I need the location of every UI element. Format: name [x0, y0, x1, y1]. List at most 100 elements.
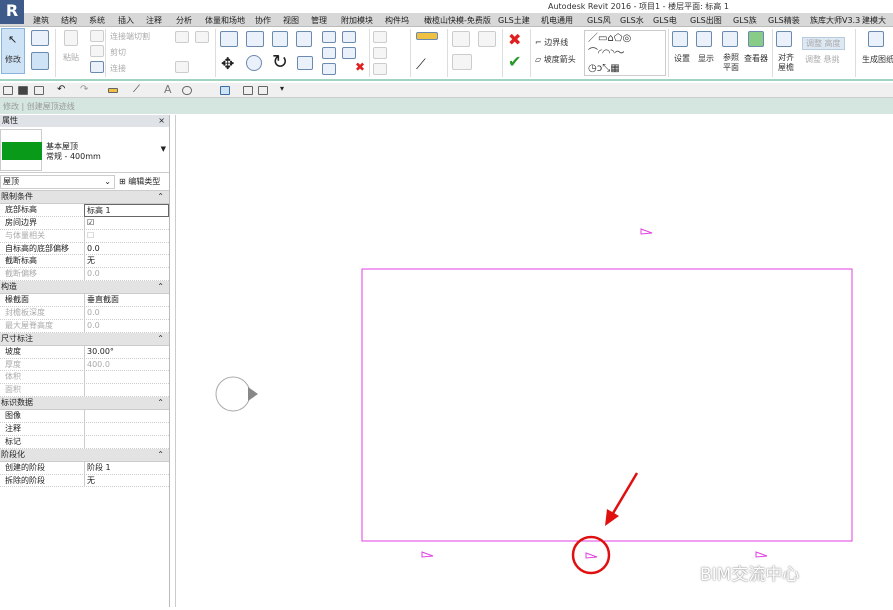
generate-drawing-icon[interactable]	[868, 31, 884, 47]
sketch-view[interactable]	[176, 115, 893, 607]
undo-icon[interactable]: ↶	[57, 84, 65, 95]
tab-11[interactable]: 构件坞	[385, 15, 409, 26]
geometry-icon[interactable]	[175, 31, 189, 43]
slope-tag-bottom-center[interactable]	[585, 552, 598, 559]
thin-lines-icon[interactable]	[220, 86, 230, 95]
text-icon[interactable]: A	[164, 83, 172, 96]
cut-clipboard-icon[interactable]	[90, 30, 104, 42]
offset-icon[interactable]	[246, 31, 264, 47]
save-icon[interactable]	[18, 86, 28, 95]
set-workplane-icon[interactable]	[672, 31, 688, 47]
viewer-icon[interactable]	[748, 31, 764, 47]
redo-icon[interactable]: ↷	[80, 84, 88, 95]
tab-13[interactable]: GLS土建	[498, 15, 530, 26]
trim-multiple-icon[interactable]	[322, 63, 336, 75]
property-value[interactable]: 无	[84, 474, 169, 488]
tab-5[interactable]: 分析	[176, 15, 192, 26]
cancel-edit-icon[interactable]: ✖	[508, 30, 521, 49]
category-filter-select[interactable]: 屋顶 ⌄	[0, 175, 115, 189]
create-parts-icon[interactable]	[452, 31, 470, 47]
split-icon[interactable]	[322, 31, 336, 43]
adjust-height-button[interactable]: 调整 高度	[802, 37, 845, 50]
tab-18[interactable]: GLS出图	[690, 15, 722, 26]
edit-type-button[interactable]: ⊞ 编辑类型	[119, 176, 160, 187]
tab-14[interactable]: 机电通用	[541, 15, 573, 26]
create-group-icon[interactable]	[373, 63, 387, 75]
ref-plane-icon[interactable]	[722, 31, 738, 47]
sync-icon[interactable]	[34, 86, 44, 95]
cut-geometry-button[interactable]: 剪切	[110, 47, 126, 58]
pin-icon[interactable]	[373, 31, 387, 43]
tab-15[interactable]: GLS风	[587, 15, 611, 26]
customize-qat-icon[interactable]: ▾	[280, 84, 284, 93]
tab-10[interactable]: 附加模块	[341, 15, 373, 26]
tab-4[interactable]: 注释	[146, 15, 162, 26]
boundary-line-button[interactable]: ⌐ 边界线	[535, 37, 568, 48]
tab-20[interactable]: GLS精装	[768, 15, 800, 26]
property-group-header[interactable]: 限制条件 ⌃	[0, 191, 169, 204]
tab-3[interactable]: 插入	[118, 15, 134, 26]
match-type-icon[interactable]	[90, 61, 104, 73]
mirror-draw-icon[interactable]	[296, 31, 312, 47]
adjust-overhang-button[interactable]: 调整 悬挑	[802, 54, 843, 65]
tab-1[interactable]: 结构	[61, 15, 77, 26]
trim-extend-icon[interactable]	[297, 56, 313, 70]
property-value[interactable]	[84, 410, 169, 424]
property-value[interactable]: 30.00°	[84, 345, 169, 359]
tab-9[interactable]: 管理	[311, 15, 327, 26]
delete-icon[interactable]: ✖	[355, 60, 365, 74]
paint-icon[interactable]	[373, 47, 387, 59]
copy-elements-icon[interactable]	[246, 55, 262, 71]
draw-gallery[interactable]: ／▭⌂⬠◎ ⌒◜◠◝〜 ◷ↄ⤡▦	[584, 30, 666, 76]
property-group-header[interactable]: 尺寸标注 ⌃	[0, 332, 169, 346]
tab-2[interactable]: 系统	[89, 15, 105, 26]
generate-drawing-label[interactable]: 生成图纸	[862, 54, 893, 65]
tab-8[interactable]: 视图	[283, 15, 299, 26]
collapse-icon[interactable]: ⌃	[157, 397, 164, 410]
collapse-icon[interactable]: ⌃	[157, 449, 164, 462]
property-group-header[interactable]: 阶段化 ⌃	[0, 448, 169, 462]
drawing-canvas[interactable]	[175, 115, 893, 607]
tab-19[interactable]: GLS族	[733, 15, 757, 26]
create-similar-icon[interactable]	[452, 54, 472, 70]
switch-windows-icon[interactable]	[258, 86, 268, 95]
property-value[interactable]: 标高 1	[84, 203, 169, 217]
property-group-header[interactable]: 构造 ⌃	[0, 281, 169, 295]
tab-7[interactable]: 协作	[255, 15, 271, 26]
property-value[interactable]: ☑	[84, 216, 169, 230]
3d-view-icon[interactable]	[182, 86, 192, 95]
application-menu-button[interactable]: R	[0, 0, 24, 24]
array-icon[interactable]	[322, 47, 336, 59]
property-value[interactable]: 0.0	[84, 242, 169, 256]
slope-tag-bottom-left[interactable]	[421, 551, 434, 558]
open-icon[interactable]	[3, 86, 13, 95]
dimension-icon[interactable]: ⟋	[416, 57, 426, 73]
close-windows-icon[interactable]	[243, 86, 253, 95]
finish-edit-icon[interactable]: ✔	[508, 52, 521, 71]
slope-arrow-button[interactable]: ▱ 坡度箭头	[535, 54, 576, 65]
property-group-header[interactable]: 标识数据 ⌃	[0, 397, 169, 411]
paste-icon[interactable]	[64, 30, 78, 46]
tab-0[interactable]: 建筑	[33, 15, 49, 26]
collapse-icon[interactable]: ⌃	[157, 333, 164, 346]
close-icon[interactable]: ×	[158, 115, 165, 127]
type-selector[interactable]: 基本屋顶 常规 - 400mm ▼	[0, 127, 169, 173]
copy-icon[interactable]	[90, 45, 104, 57]
elevation-marker[interactable]	[215, 376, 258, 412]
create-assembly-icon[interactable]	[478, 31, 496, 47]
show-workplane-icon[interactable]	[696, 31, 712, 47]
property-value[interactable]: 无	[84, 255, 169, 269]
demolish-icon[interactable]	[175, 61, 189, 73]
property-value[interactable]	[84, 435, 169, 449]
properties-icon[interactable]	[31, 30, 49, 46]
tab-22[interactable]: 建模大	[862, 15, 886, 26]
tab-17[interactable]: GLS电	[653, 15, 677, 26]
tab-6[interactable]: 体量和场地	[205, 15, 245, 26]
property-value[interactable]: 垂直截面	[84, 294, 169, 308]
slope-tag-bottom-right[interactable]	[755, 551, 768, 558]
join-geometry-button[interactable]: 连接	[110, 63, 126, 74]
move-icon[interactable]: ✥	[221, 54, 234, 73]
align-eave-icon[interactable]	[776, 31, 792, 47]
collapse-icon[interactable]: ⌃	[157, 281, 164, 294]
mirror-axis-icon[interactable]	[272, 31, 288, 47]
